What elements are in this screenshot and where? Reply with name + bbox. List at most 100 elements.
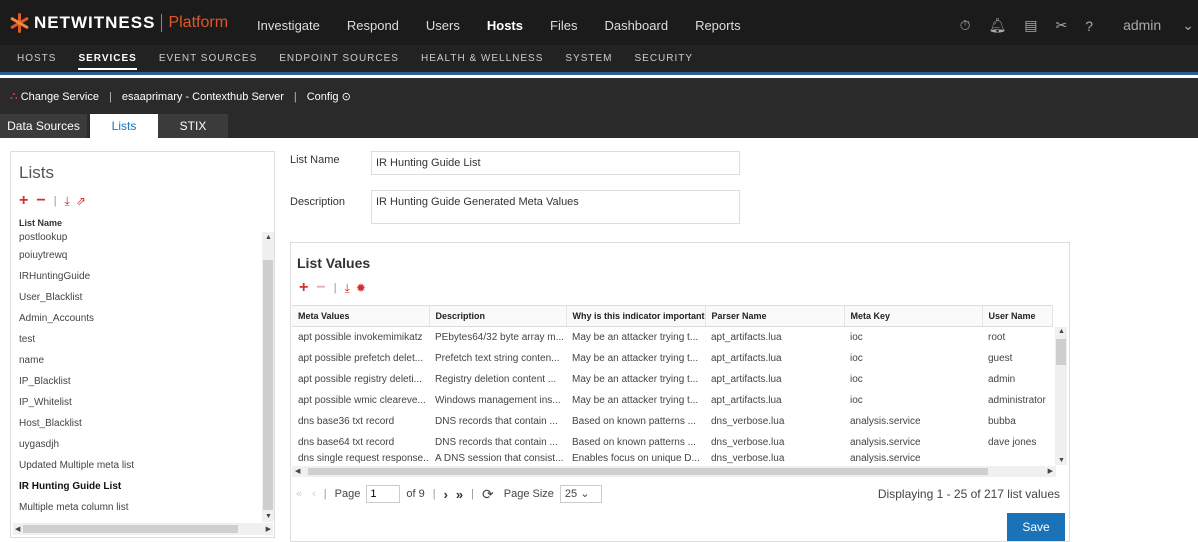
scroll-thumb[interactable] xyxy=(308,468,988,475)
save-button[interactable]: Save xyxy=(1007,513,1065,541)
change-service-button[interactable]: Change Service xyxy=(21,91,99,103)
prev-page-icon[interactable]: ‹ xyxy=(312,488,316,500)
export-icon[interactable]: ⇗ xyxy=(76,194,86,208)
cell-why-important: Based on known patterns ... xyxy=(572,415,696,427)
next-page-icon[interactable]: › xyxy=(444,487,448,502)
subnav-security[interactable]: SECURITY xyxy=(635,53,694,70)
change-service-icon: ⛬ xyxy=(10,90,18,102)
nav-dashboard[interactable]: Dashboard xyxy=(604,18,668,33)
table-row[interactable]: dns base64 txt record DNS records that c… xyxy=(292,432,1052,453)
scroll-right-icon[interactable]: ▶ xyxy=(1048,467,1053,475)
scroll-thumb[interactable] xyxy=(1056,339,1066,365)
list-item[interactable]: poiuytrewq xyxy=(11,245,263,266)
description-field[interactable]: IR Hunting Guide Generated Meta Values xyxy=(371,190,740,224)
netwitness-logo[interactable]: NETWITNESS Platform xyxy=(8,11,228,35)
cell-meta-value: apt possible registry deleti... xyxy=(298,373,422,385)
lists-horizontal-scrollbar[interactable]: ◀ ▶ xyxy=(13,523,273,535)
nav-hosts[interactable]: Hosts xyxy=(487,18,523,33)
scroll-thumb[interactable] xyxy=(23,525,238,533)
last-page-icon[interactable]: » xyxy=(456,487,463,502)
nav-reports[interactable]: Reports xyxy=(695,18,741,33)
table-row[interactable]: apt possible prefetch delet... Prefetch … xyxy=(292,348,1052,369)
import-icon[interactable]: ⤓ xyxy=(65,194,70,209)
list-item[interactable]: name xyxy=(11,350,263,371)
settings-gear-icon[interactable]: ✹ xyxy=(356,281,366,295)
subnav-event-sources[interactable]: EVENT SOURCES xyxy=(159,53,257,70)
column-header-user-name[interactable]: User Name xyxy=(982,305,1053,327)
list-item[interactable]: postlookup xyxy=(11,232,263,245)
scroll-right-icon[interactable]: ▶ xyxy=(266,525,271,533)
service-bar: ⛬ Change Service | esaaprimary - Context… xyxy=(0,78,1198,114)
cell-description: Prefetch text string conten... xyxy=(435,352,560,364)
subnav-endpoint-sources[interactable]: ENDPOINT SOURCES xyxy=(279,53,399,70)
list-item-selected[interactable]: IR Hunting Guide List xyxy=(11,476,263,497)
scroll-up-icon[interactable]: ▲ xyxy=(265,234,272,241)
bell-icon[interactable]: 🔔︎ xyxy=(989,17,1007,34)
table-row[interactable]: apt possible invokemimikatz PEbytes64/32… xyxy=(292,327,1052,348)
column-header-meta-values[interactable]: Meta Values xyxy=(292,305,430,327)
grid-vertical-scrollbar[interactable]: ▲ ▼ xyxy=(1055,327,1067,465)
nav-investigate[interactable]: Investigate xyxy=(257,18,320,33)
column-header-description[interactable]: Description xyxy=(429,305,567,327)
list-item[interactable]: IP_Whitelist xyxy=(11,392,263,413)
nav-files[interactable]: Files xyxy=(550,18,577,33)
list-item[interactable]: Host_Blacklist xyxy=(11,413,263,434)
config-menu[interactable]: Config ⊙ xyxy=(307,90,351,103)
grid-horizontal-scrollbar[interactable]: ◀ ▶ xyxy=(292,466,1056,477)
nav-respond[interactable]: Respond xyxy=(347,18,399,33)
first-page-icon[interactable]: « xyxy=(296,488,302,500)
page-input[interactable] xyxy=(366,485,401,503)
list-name-label: List Name xyxy=(290,154,340,166)
tab-data-sources[interactable]: Data Sources xyxy=(0,114,87,138)
tab-lists[interactable]: Lists xyxy=(90,114,158,138)
scroll-up-icon[interactable]: ▲ xyxy=(1058,328,1065,335)
refresh-icon[interactable]: ⟳ xyxy=(482,486,494,503)
list-item[interactable]: User_Blacklist xyxy=(11,287,263,308)
table-row[interactable]: dns base36 txt record DNS records that c… xyxy=(292,411,1052,432)
scroll-left-icon[interactable]: ◀ xyxy=(15,525,20,533)
nav-users[interactable]: Users xyxy=(426,18,460,33)
lists-vertical-scrollbar[interactable]: ▲ ▼ xyxy=(262,232,274,522)
table-row[interactable]: dns single request response... A DNS ses… xyxy=(292,453,1052,465)
subnav-services[interactable]: SERVICES xyxy=(78,53,137,70)
tools-icon[interactable]: ✂ xyxy=(1056,17,1068,34)
notes-icon[interactable]: ▤ xyxy=(1024,17,1037,34)
timer-icon[interactable]: ⏱ xyxy=(960,17,971,34)
help-icon[interactable]: ? xyxy=(1085,18,1093,34)
list-item[interactable]: uygasdjh xyxy=(11,434,263,455)
remove-icon[interactable]: − xyxy=(36,192,45,210)
tab-stix[interactable]: STIX xyxy=(158,114,228,138)
remove-icon[interactable]: − xyxy=(316,279,325,297)
scroll-left-icon[interactable]: ◀ xyxy=(295,467,300,475)
lists-list: postlookup poiuytrewq IRHuntingGuide Use… xyxy=(11,232,263,522)
add-icon[interactable]: + xyxy=(19,192,28,210)
table-row[interactable]: apt possible registry deleti... Registry… xyxy=(292,369,1052,390)
list-item[interactable]: test xyxy=(11,329,263,350)
import-icon[interactable]: ⤓ xyxy=(345,281,350,296)
list-item[interactable]: IP_Blacklist xyxy=(11,371,263,392)
subnav-hosts[interactable]: HOSTS xyxy=(17,53,56,70)
list-item[interactable]: Admin_Accounts xyxy=(11,308,263,329)
subnav-health-wellness[interactable]: HEALTH & WELLNESS xyxy=(421,53,543,70)
add-icon[interactable]: + xyxy=(299,279,308,297)
list-item[interactable]: Multiple meta column list xyxy=(11,497,263,518)
divider: | xyxy=(432,488,436,500)
scroll-down-icon[interactable]: ▼ xyxy=(265,513,272,520)
cell-parser-name: dns_verbose.lua xyxy=(711,415,785,427)
list-name-field[interactable]: IR Hunting Guide List xyxy=(371,151,740,175)
column-header-why-important[interactable]: Why is this indicator important? xyxy=(566,305,706,327)
scroll-thumb[interactable] xyxy=(263,260,273,510)
pagination-bar: « ‹ | Page of 9 | › » | ⟳ Page Size 25 ⌄… xyxy=(292,481,1068,507)
page-size-select[interactable]: 25 ⌄ xyxy=(559,485,602,503)
cell-meta-key: ioc xyxy=(850,331,863,343)
list-item[interactable]: Updated Multiple meta list xyxy=(11,455,263,476)
scroll-down-icon[interactable]: ▼ xyxy=(1058,457,1065,464)
list-values-panel: List Values + − | ⤓ ✹ Meta Values Descri… xyxy=(290,242,1070,542)
subnav-system[interactable]: SYSTEM xyxy=(565,53,612,70)
list-item[interactable]: IRHuntingGuide xyxy=(11,266,263,287)
user-menu[interactable]: admin ⌄ xyxy=(1105,17,1194,34)
column-header-parser-name[interactable]: Parser Name xyxy=(705,305,845,327)
column-header-meta-key[interactable]: Meta Key xyxy=(844,305,983,327)
cell-why-important: May be an attacker trying t... xyxy=(572,352,699,364)
table-row[interactable]: apt possible wmic clearеve... Windows ma… xyxy=(292,390,1052,411)
